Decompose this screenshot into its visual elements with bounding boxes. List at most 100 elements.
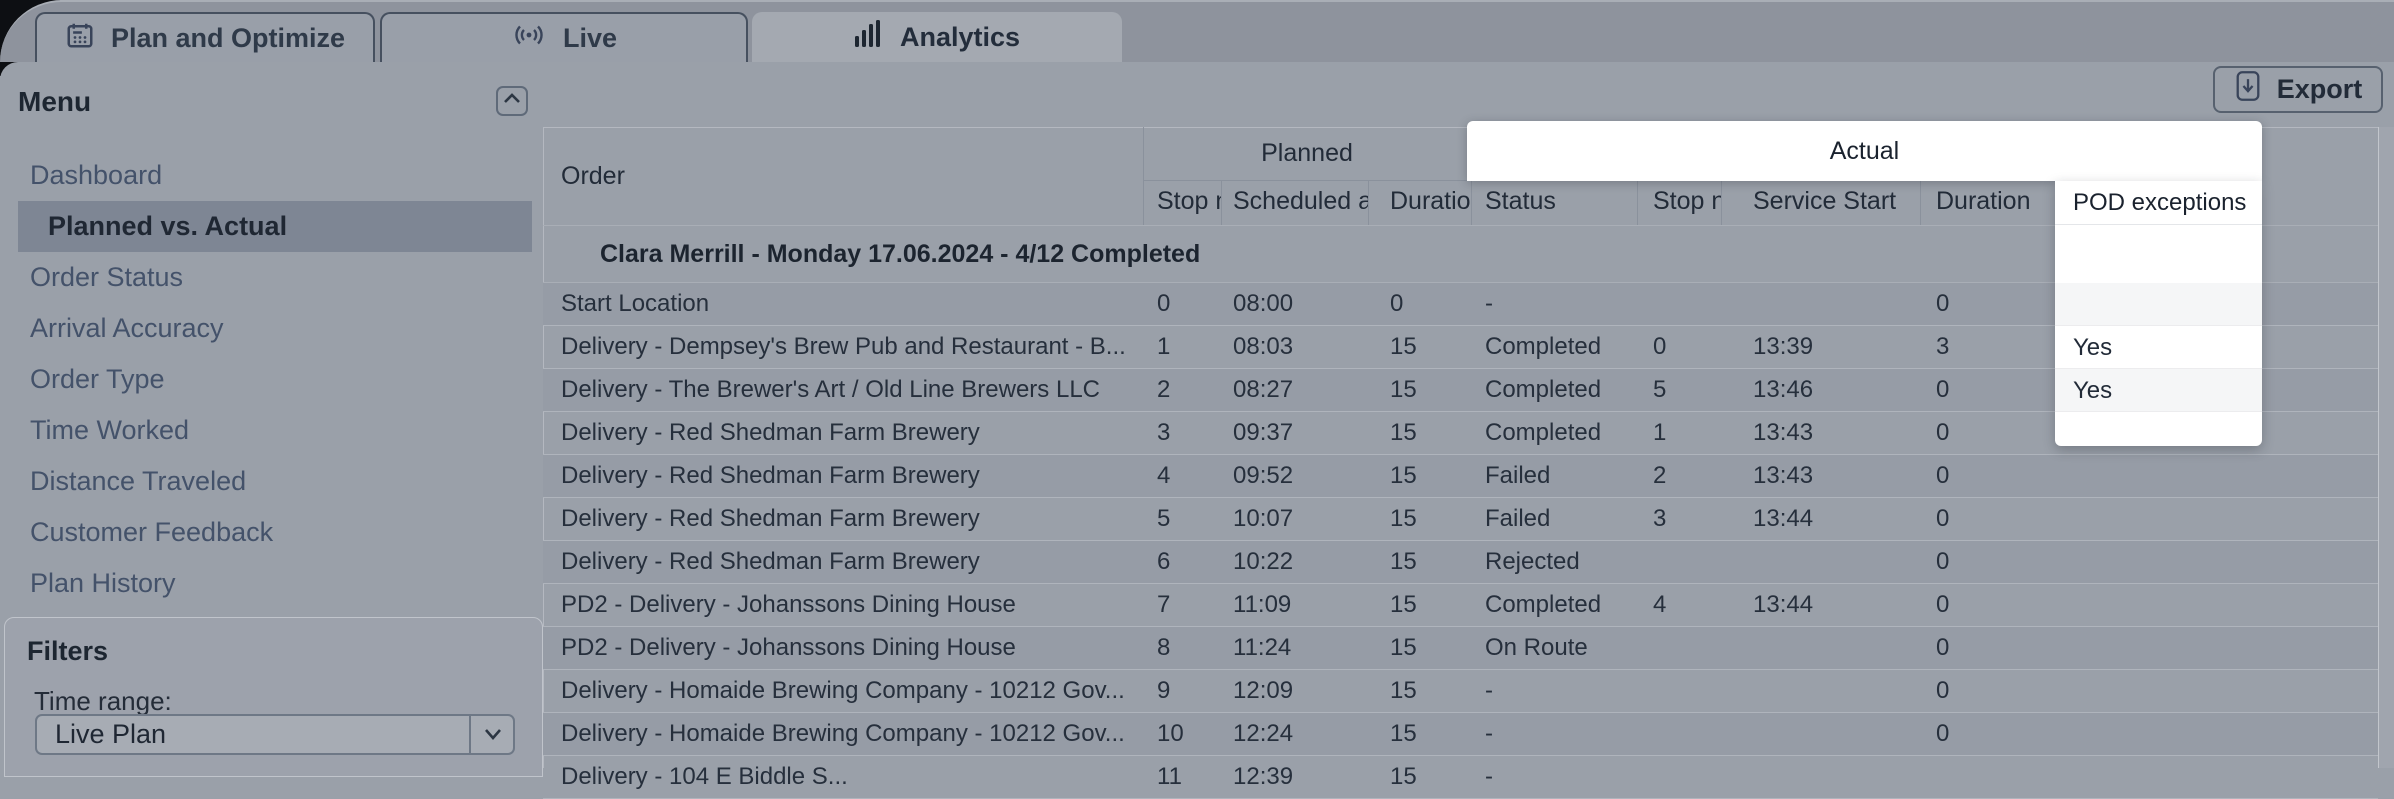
status-cell: - — [1471, 713, 1637, 755]
filters-title: Filters — [27, 636, 108, 667]
sidebar-item-planned-vs-actual[interactable]: Planned vs. Actual — [18, 201, 532, 252]
p_dur-cell: 15 — [1368, 541, 1471, 583]
p_dur-cell: 15 — [1368, 498, 1471, 540]
order-cell: Delivery - Red Shedman Farm Brewery — [543, 498, 1143, 540]
sidebar-item-arrival-accuracy[interactable]: Arrival Accuracy — [0, 303, 543, 354]
p_sched-cell: 12:09 — [1221, 670, 1368, 712]
pod-cell — [2057, 713, 2258, 755]
table-row[interactable]: PD2 - Delivery - Johanssons Dining House… — [543, 627, 2378, 670]
a_start-cell: 13:39 — [1721, 326, 1920, 368]
order-cell: Delivery - Dempsey's Brew Pub and Restau… — [543, 326, 1143, 368]
a_stop-cell: 3 — [1637, 498, 1721, 540]
order-cell: PD2 - Delivery - Johanssons Dining House — [543, 584, 1143, 626]
sidebar-item-customer-feedback[interactable]: Customer Feedback — [0, 507, 543, 558]
a_start-cell: 13:43 — [1721, 455, 1920, 497]
a_dur-cell: 0 — [1920, 455, 2057, 497]
table-row[interactable]: Delivery - Red Shedman Farm Brewery610:2… — [543, 541, 2378, 584]
p_stop-cell: 10 — [1143, 713, 1221, 755]
p_stop-cell: 9 — [1143, 670, 1221, 712]
tab-label: Plan and Optimize — [111, 23, 345, 54]
p_stop-cell: 2 — [1143, 369, 1221, 411]
a_stop-cell — [1637, 541, 1721, 583]
p_stop-cell: 4 — [1143, 455, 1221, 497]
a_stop-cell: 5 — [1637, 369, 1721, 411]
column-header-order[interactable]: Order — [543, 127, 1143, 225]
table-row[interactable]: Delivery - Red Shedman Farm Brewery510:0… — [543, 498, 2378, 541]
pod-cell — [2057, 498, 2258, 540]
column-header-actual-duration[interactable]: Duration — [1920, 180, 2057, 225]
sidebar-item-order-type[interactable]: Order Type — [0, 354, 543, 405]
a_dur-cell: 0 — [1920, 369, 2057, 411]
order-cell: Delivery - The Brewer's Art / Old Line B… — [543, 369, 1143, 411]
pod-cell — [2057, 627, 2258, 669]
time-range-value: Live Plan — [55, 716, 166, 753]
p_stop-cell: 7 — [1143, 584, 1221, 626]
a_start-cell — [1721, 541, 1920, 583]
table-row[interactable]: Delivery - Red Shedman Farm Brewery409:5… — [543, 455, 2378, 498]
sidebar-collapse-button[interactable] — [496, 86, 528, 116]
status-cell: Completed — [1471, 412, 1637, 454]
a_stop-cell: 1 — [1637, 412, 1721, 454]
a_stop-cell — [1637, 670, 1721, 712]
sidebar-item-dashboard[interactable]: Dashboard — [0, 150, 543, 201]
order-cell: Delivery - 104 E Biddle S... — [543, 756, 1143, 798]
p_dur-cell: 0 — [1368, 283, 1471, 325]
table-row[interactable]: Delivery - Homaide Brewing Company - 102… — [543, 670, 2378, 713]
vertical-scrollbar-track[interactable] — [2378, 127, 2394, 768]
pod-cell — [2057, 756, 2258, 798]
a_stop-cell: 0 — [1637, 326, 1721, 368]
column-header-scheduled-arrival[interactable]: Scheduled a — [1221, 180, 1368, 225]
order-cell: Delivery - Red Shedman Farm Brewery — [543, 455, 1143, 497]
pod-cell — [2057, 541, 2258, 583]
p_dur-cell: 15 — [1368, 713, 1471, 755]
live-broadcast-icon — [511, 22, 547, 55]
calendar-icon — [65, 20, 95, 57]
filters-panel: Filters Time range: Live Plan — [4, 617, 543, 777]
table-row[interactable]: PD2 - Delivery - Johanssons Dining House… — [543, 584, 2378, 627]
sidebar-item-order-status[interactable]: Order Status — [0, 252, 543, 303]
column-header-planned-duration[interactable]: Duration — [1368, 180, 1471, 225]
table-row[interactable]: Delivery - 104 E Biddle S...1112:3915- — [543, 756, 2378, 799]
tab-plan-and-optimize[interactable]: Plan and Optimize — [35, 12, 375, 62]
pod-cell — [2057, 584, 2258, 626]
pod-exception-cell — [2055, 283, 2262, 326]
column-header-actual-stop-number[interactable]: Stop n — [1637, 180, 1721, 225]
a_start-cell — [1721, 756, 1920, 798]
sidebar-item-plan-history[interactable]: Plan History — [0, 558, 543, 609]
p_sched-cell: 12:24 — [1221, 713, 1368, 755]
p_dur-cell: 15 — [1368, 756, 1471, 798]
a_start-cell — [1721, 627, 1920, 669]
status-cell: On Route — [1471, 627, 1637, 669]
select-divider — [469, 716, 471, 753]
pod-exception-cell — [2055, 412, 2262, 446]
time-range-label: Time range: — [34, 686, 172, 717]
p_stop-cell: 11 — [1143, 756, 1221, 798]
table-row[interactable]: Delivery - Homaide Brewing Company - 102… — [543, 713, 2378, 756]
p_sched-cell: 08:27 — [1221, 369, 1368, 411]
chevron-down-icon — [481, 724, 505, 749]
a_start-cell: 13:44 — [1721, 498, 1920, 540]
a_start-cell — [1721, 670, 1920, 712]
p_dur-cell: 15 — [1368, 326, 1471, 368]
sidebar-item-distance-traveled[interactable]: Distance Traveled — [0, 456, 543, 507]
column-header-planned-stop-number[interactable]: Stop n — [1143, 180, 1221, 225]
pod-exceptions-column-spotlight: POD exceptions YesYes — [2055, 181, 2262, 446]
p_stop-cell: 1 — [1143, 326, 1221, 368]
group-header-planned: Planned — [1143, 127, 1471, 180]
p_sched-cell: 10:07 — [1221, 498, 1368, 540]
p_stop-cell: 0 — [1143, 283, 1221, 325]
pod-exception-cell: Yes — [2055, 369, 2262, 412]
p_sched-cell: 09:37 — [1221, 412, 1368, 454]
p_stop-cell: 3 — [1143, 412, 1221, 454]
a_stop-cell: 4 — [1637, 584, 1721, 626]
p_sched-cell: 10:22 — [1221, 541, 1368, 583]
column-header-service-start[interactable]: Service Start — [1721, 180, 1920, 225]
a_dur-cell: 0 — [1920, 713, 2057, 755]
a_stop-cell — [1637, 627, 1721, 669]
a_dur-cell: 0 — [1920, 498, 2057, 540]
a_start-cell — [1721, 283, 1920, 325]
time-range-select[interactable]: Live Plan — [35, 714, 515, 755]
column-header-pod-exceptions[interactable]: POD exceptions — [2055, 181, 2262, 225]
sidebar-item-time-worked[interactable]: Time Worked — [0, 405, 543, 456]
column-header-status[interactable]: Status — [1471, 180, 1637, 225]
